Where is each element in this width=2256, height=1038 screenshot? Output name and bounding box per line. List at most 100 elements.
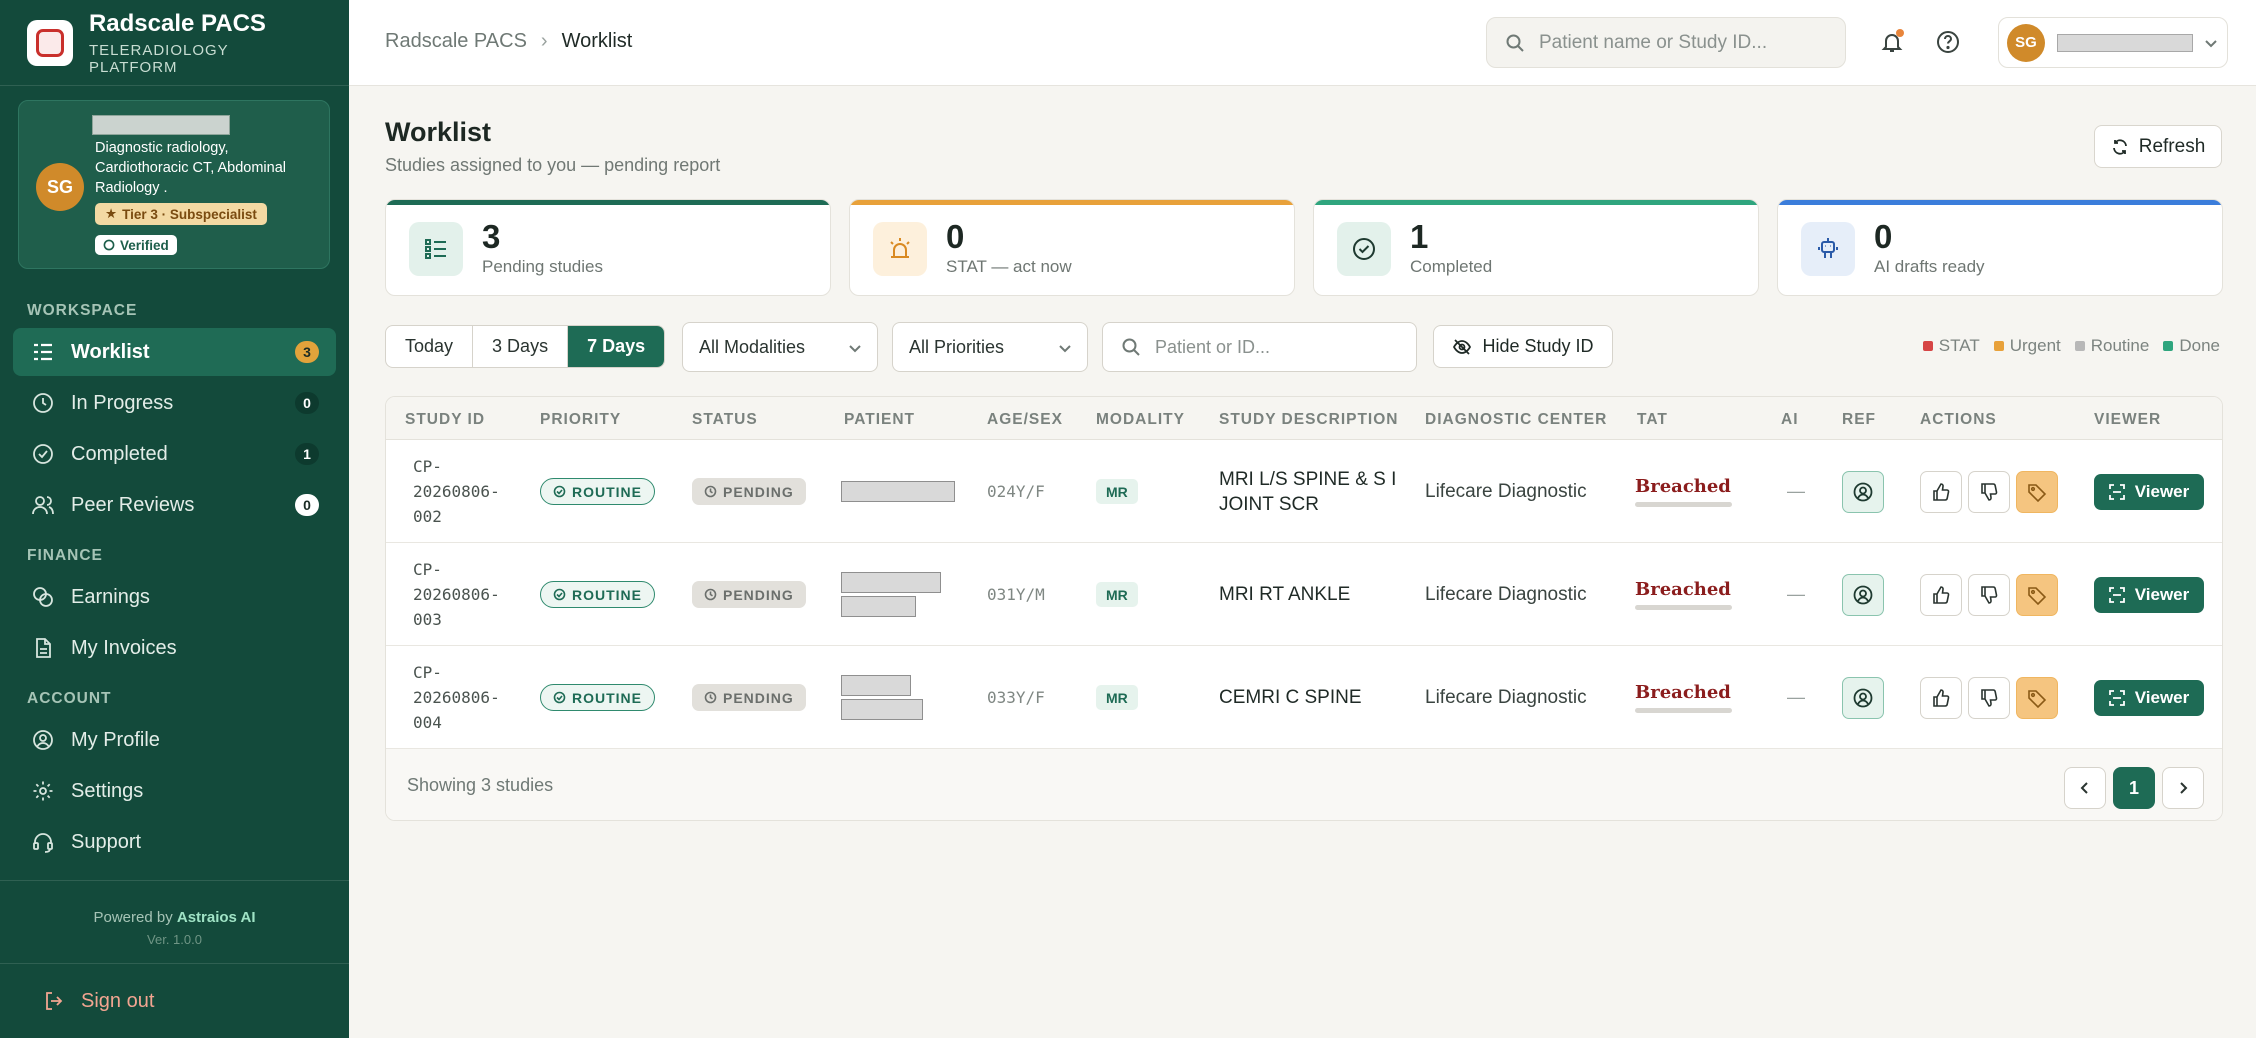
range-7-days[interactable]: 7 Days <box>568 326 665 367</box>
tag-button[interactable] <box>2016 573 2058 616</box>
table-row[interactable]: CP- 20260806- 004 ROUTINE PENDING 033Y/F… <box>386 646 2222 749</box>
table-row[interactable]: CP- 20260806- 003 ROUTINE PENDING 031Y/M… <box>386 543 2222 646</box>
col-viewer[interactable]: VIEWER <box>2094 411 2161 429</box>
study-id: CP- 20260806- 003 <box>413 560 500 629</box>
user-menu[interactable]: SG <box>1998 17 2228 68</box>
referring-doctor-button[interactable] <box>1842 573 1884 616</box>
viewer-button[interactable]: Viewer <box>2094 473 2204 510</box>
col-priority[interactable]: PRIORITY <box>540 411 621 429</box>
viewer-label: Viewer <box>2134 687 2190 707</box>
sign-out-button[interactable]: Sign out <box>0 963 349 1038</box>
viewer-button[interactable]: Viewer <box>2094 576 2204 613</box>
sidebar-item-my-invoices[interactable]: My Invoices <box>13 624 336 672</box>
profile-card[interactable]: SG Diagnostic radiology, Cardiothoracic … <box>18 100 330 269</box>
stat-card-completed[interactable]: 1 Completed <box>1313 199 1759 296</box>
tier-badge: ★ Tier 3 · Subspecialist <box>95 203 267 225</box>
user-circle-icon <box>1852 687 1874 709</box>
brand-header[interactable]: Radscale PACS TELERADIOLOGY PLATFORM <box>0 0 349 86</box>
sidebar-item-my-profile[interactable]: My Profile <box>13 716 336 764</box>
sidebar-item-label: Earnings <box>71 585 150 608</box>
priority-select[interactable]: All Priorities <box>892 322 1088 372</box>
col-ref[interactable]: REF <box>1842 411 1876 429</box>
sidebar-item-in-progress[interactable]: In Progress 0 <box>13 379 336 427</box>
viewer-label: Viewer <box>2134 584 2190 604</box>
legend-label: Done <box>2179 336 2220 355</box>
range-3-days[interactable]: 3 Days <box>473 326 569 367</box>
sidebar-item-label: Peer Reviews <box>71 493 195 516</box>
status-label: PENDING <box>723 689 794 706</box>
modality-select[interactable]: All Modalities <box>682 322 878 372</box>
reject-button[interactable] <box>1968 573 2010 616</box>
modality-value: All Modalities <box>699 336 806 357</box>
page-button-current[interactable]: 1 <box>2113 767 2155 809</box>
col-study-description[interactable]: STUDY DESCRIPTION <box>1219 411 1399 429</box>
user-circle-icon <box>1852 584 1874 606</box>
sidebar-item-peer-reviews[interactable]: Peer Reviews 0 <box>13 481 336 529</box>
reject-button[interactable] <box>1968 676 2010 719</box>
reject-button[interactable] <box>1968 470 2010 513</box>
sidebar-item-label: Settings <box>71 779 144 802</box>
tat-label: Breached <box>1635 476 1731 497</box>
col-study-id[interactable]: STUDY ID <box>405 411 485 429</box>
redacted-username <box>2057 33 2193 52</box>
next-page-button[interactable] <box>2162 767 2204 809</box>
approve-button[interactable] <box>1920 470 1962 513</box>
sidebar-item-support[interactable]: Support <box>13 818 336 866</box>
stat-card-ai-drafts[interactable]: 0 AI drafts ready <box>1777 199 2223 296</box>
approve-button[interactable] <box>1920 676 1962 719</box>
col-age-sex[interactable]: AGE/SEX <box>987 411 1063 429</box>
brand-title: Radscale PACS <box>88 9 266 37</box>
refresh-button[interactable]: Refresh <box>2094 125 2222 168</box>
profile-specialties: Diagnostic radiology, Cardiothoracic CT,… <box>95 140 287 196</box>
col-patient[interactable]: PATIENT <box>844 411 915 429</box>
tat-bar <box>1635 502 1732 507</box>
tag-icon <box>2027 688 2047 708</box>
col-diagnostic-center[interactable]: DIAGNOSTIC CENTER <box>1425 411 1607 429</box>
study-description: CEMRI C SPINE <box>1219 687 1362 708</box>
referring-doctor-button[interactable] <box>1842 470 1884 513</box>
patient-search-input[interactable]: Patient or ID... <box>1102 322 1417 372</box>
breadcrumb-root[interactable]: Radscale PACS <box>385 30 527 53</box>
brand-subtitle: TELERADIOLOGY PLATFORM <box>88 41 229 76</box>
sidebar-item-earnings[interactable]: Earnings <box>13 573 336 621</box>
help-button[interactable] <box>1932 26 1964 58</box>
gear-icon <box>31 779 55 803</box>
viewer-button[interactable]: Viewer <box>2094 679 2204 716</box>
invoice-icon <box>31 636 55 660</box>
tag-button[interactable] <box>2016 676 2058 719</box>
stat-card-pending[interactable]: 3 Pending studies <box>385 199 831 296</box>
global-search-input[interactable]: Patient name or Study ID... <box>1486 17 1846 68</box>
check-circle-icon <box>31 442 55 466</box>
ai-status: — <box>1787 584 1805 604</box>
tag-button[interactable] <box>2016 470 2058 513</box>
hide-study-id-button[interactable]: Hide Study ID <box>1433 325 1613 368</box>
stat-label: Completed <box>1410 257 1493 276</box>
users-icon <box>31 493 55 517</box>
sidebar-item-completed[interactable]: Completed 1 <box>13 430 336 478</box>
col-actions[interactable]: ACTIONS <box>1920 411 1997 429</box>
prev-page-button[interactable] <box>2064 767 2106 809</box>
col-status[interactable]: STATUS <box>692 411 758 429</box>
priority-badge: ROUTINE <box>540 684 655 711</box>
sidebar-item-worklist[interactable]: Worklist 3 <box>13 328 336 376</box>
sign-out-label: Sign out <box>81 989 155 1012</box>
user-circle-icon <box>31 728 55 752</box>
sidebar-item-label: Completed <box>71 442 168 465</box>
approve-button[interactable] <box>1920 573 1962 616</box>
verified-badge: Verified <box>95 235 177 255</box>
table-row[interactable]: CP- 20260806- 002 ROUTINE PENDING 024Y/F… <box>386 440 2222 543</box>
sidebar-item-settings[interactable]: Settings <box>13 767 336 815</box>
col-ai[interactable]: AI <box>1781 411 1799 429</box>
col-tat[interactable]: TAT <box>1637 411 1668 429</box>
page-subtitle: Studies assigned to you — pending report <box>385 155 721 175</box>
notifications-button[interactable] <box>1876 26 1908 58</box>
stat-card-stat[interactable]: 0 STAT — act now <box>849 199 1295 296</box>
range-today[interactable]: Today <box>386 326 474 367</box>
viewer-label: Viewer <box>2134 481 2190 501</box>
col-modality[interactable]: MODALITY <box>1096 411 1185 429</box>
modality-badge: MR <box>1096 582 1138 607</box>
modality-badge: MR <box>1096 479 1138 504</box>
referring-doctor-button[interactable] <box>1842 676 1884 719</box>
redacted-patient-name <box>841 675 911 696</box>
notification-dot <box>1896 29 1904 37</box>
